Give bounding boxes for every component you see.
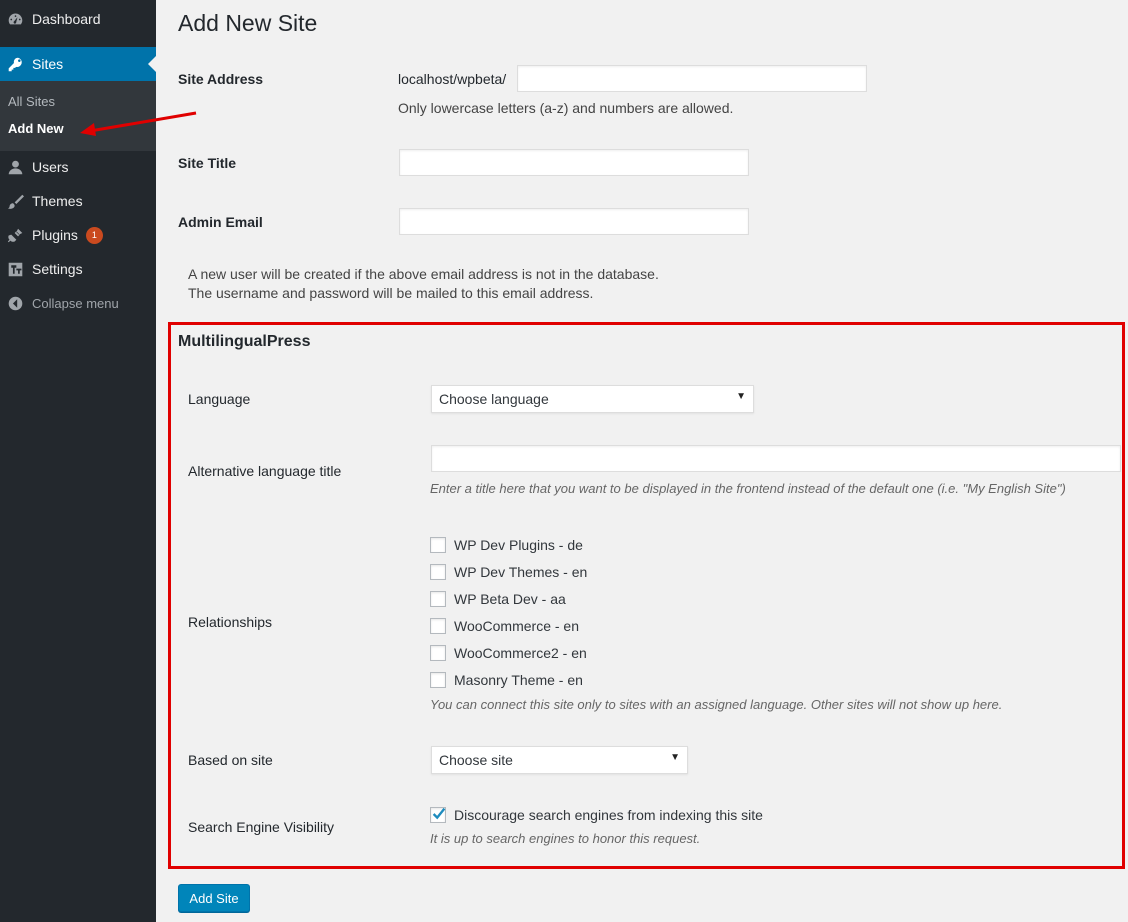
settings-icon bbox=[6, 260, 24, 278]
language-select[interactable]: Choose language ▼ bbox=[431, 385, 754, 413]
user-icon bbox=[6, 158, 24, 176]
relationship-option[interactable]: WooCommerce - en bbox=[430, 616, 579, 636]
site-address-hint: Only lowercase letters (a-z) and numbers… bbox=[398, 100, 734, 116]
site-address-input[interactable] bbox=[517, 65, 867, 92]
menu-label-themes: Themes bbox=[32, 193, 83, 209]
page-title: Add New Site bbox=[178, 10, 318, 36]
alt-title-label: Alternative language title bbox=[188, 463, 342, 479]
dropdown-arrow-icon: ▼ bbox=[670, 752, 680, 763]
relationship-option-label: WooCommerce2 - en bbox=[454, 645, 587, 661]
collapse-menu-button[interactable]: Collapse menu bbox=[0, 286, 156, 320]
site-title-label: Site Title bbox=[178, 155, 237, 171]
based-on-site-select[interactable]: Choose site ▼ bbox=[431, 746, 688, 774]
relationship-option-label: WP Dev Plugins - de bbox=[454, 537, 583, 553]
alt-title-input[interactable] bbox=[431, 445, 1121, 472]
relationship-checkbox[interactable] bbox=[430, 618, 446, 634]
brush-icon bbox=[6, 192, 24, 210]
relationship-option[interactable]: WP Dev Plugins - de bbox=[430, 535, 583, 555]
menu-label-sites: Sites bbox=[32, 56, 64, 72]
add-site-button[interactable]: Add Site bbox=[178, 884, 250, 912]
dropdown-arrow-icon: ▼ bbox=[736, 391, 746, 402]
relationship-checkbox[interactable] bbox=[430, 591, 446, 607]
menu-label-plugins: Plugins bbox=[32, 227, 78, 243]
admin-sidebar: Dashboard Sites All Sites Add New Users … bbox=[0, 0, 156, 922]
menu-item-plugins[interactable]: Plugins 1 bbox=[0, 218, 156, 252]
discourage-search-option[interactable]: Discourage search engines from indexing … bbox=[430, 805, 763, 825]
menu-item-sites[interactable]: Sites bbox=[0, 47, 156, 81]
annotation-arrow bbox=[80, 111, 197, 136]
relationship-checkbox[interactable] bbox=[430, 672, 446, 688]
relationship-option-label: WP Dev Themes - en bbox=[454, 564, 588, 580]
new-user-note-line1: A new user will be created if the above … bbox=[188, 266, 659, 282]
menu-item-themes[interactable]: Themes bbox=[0, 184, 156, 218]
new-user-note-line2: The username and password will be mailed… bbox=[188, 285, 594, 301]
search-visibility-label: Search Engine Visibility bbox=[188, 819, 335, 835]
plugins-update-badge: 1 bbox=[85, 226, 103, 244]
relationship-checkbox[interactable] bbox=[430, 564, 446, 580]
collapse-icon bbox=[6, 294, 24, 312]
submenu-item-all-sites[interactable]: All Sites bbox=[8, 94, 55, 109]
relationship-checkbox[interactable] bbox=[430, 537, 446, 553]
relationship-option[interactable]: WooCommerce2 - en bbox=[430, 643, 587, 663]
menu-item-users[interactable]: Users bbox=[0, 150, 156, 184]
multilingualpress-title: MultilingualPress bbox=[178, 333, 311, 350]
menu-item-dashboard[interactable]: Dashboard bbox=[0, 2, 156, 36]
collapse-menu-label: Collapse menu bbox=[32, 295, 119, 311]
menu-label-users: Users bbox=[32, 159, 69, 175]
based-on-site-label: Based on site bbox=[188, 752, 273, 768]
based-on-site-select-value: Choose site bbox=[439, 752, 513, 768]
relationship-option-label: WooCommerce - en bbox=[454, 618, 580, 634]
language-select-value: Choose language bbox=[439, 391, 549, 407]
submenu-item-add-new[interactable]: Add New bbox=[8, 121, 64, 136]
menu-item-settings[interactable]: Settings bbox=[0, 252, 156, 286]
relationships-label: Relationships bbox=[188, 614, 273, 630]
discourage-search-checkbox[interactable] bbox=[430, 807, 446, 823]
alt-title-hint: Enter a title here that you want to be d… bbox=[430, 481, 1066, 496]
menu-label-dashboard: Dashboard bbox=[32, 11, 101, 27]
relationship-option[interactable]: WP Dev Themes - en bbox=[430, 562, 587, 582]
checkmark-icon bbox=[432, 807, 446, 820]
discourage-search-label: Discourage search engines from indexing … bbox=[454, 807, 763, 823]
site-title-input[interactable] bbox=[399, 149, 749, 176]
plugin-icon bbox=[6, 226, 24, 244]
menu-label-settings: Settings bbox=[32, 261, 83, 277]
relationships-hint: You can connect this site only to sites … bbox=[430, 697, 1003, 712]
admin-email-label: Admin Email bbox=[178, 214, 263, 230]
current-menu-indicator bbox=[148, 56, 156, 72]
relationship-option[interactable]: WP Beta Dev - aa bbox=[430, 589, 566, 609]
relationship-option[interactable]: Masonry Theme - en bbox=[430, 670, 583, 690]
language-label: Language bbox=[188, 391, 251, 407]
site-address-prefix: localhost/wpbeta/ bbox=[398, 71, 507, 87]
search-visibility-hint: It is up to search engines to honor this… bbox=[430, 831, 701, 846]
relationship-option-label: WP Beta Dev - aa bbox=[454, 591, 566, 607]
key-icon bbox=[6, 55, 24, 73]
admin-email-input[interactable] bbox=[399, 208, 749, 235]
site-address-label: Site Address bbox=[178, 71, 264, 87]
relationship-option-label: Masonry Theme - en bbox=[454, 672, 583, 688]
relationship-checkbox[interactable] bbox=[430, 645, 446, 661]
dashboard-icon bbox=[6, 10, 24, 28]
